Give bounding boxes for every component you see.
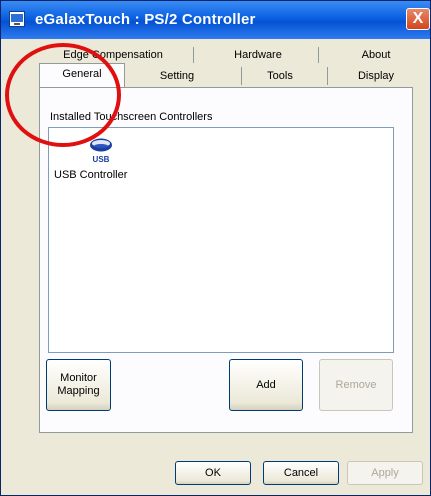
- apply-button[interactable]: Apply: [347, 461, 423, 485]
- usb-icon[interactable]: USB: [81, 137, 121, 165]
- usb-controller-item[interactable]: USB Controller: [54, 169, 127, 181]
- tab-divider: [327, 67, 328, 85]
- tab-general[interactable]: General: [39, 63, 125, 87]
- app-icon: [9, 11, 25, 27]
- tab-hardware[interactable]: Hardware: [223, 46, 293, 64]
- close-button[interactable]: X: [406, 8, 430, 30]
- usb-icon-text: USB: [93, 155, 110, 164]
- tab-divider: [241, 67, 242, 85]
- ok-button[interactable]: OK: [175, 461, 251, 485]
- tab-about[interactable]: About: [353, 46, 399, 64]
- tab-edge-compensation[interactable]: Edge Compensation: [53, 46, 173, 64]
- tab-setting[interactable]: Setting: [149, 67, 205, 85]
- cancel-button[interactable]: Cancel: [263, 461, 339, 485]
- add-button[interactable]: Add: [229, 359, 303, 411]
- title-bar[interactable]: eGalaxTouch : PS/2 Controller X: [1, 1, 430, 39]
- monitor-mapping-button[interactable]: Monitor Mapping: [46, 359, 111, 411]
- tab-tools[interactable]: Tools: [257, 67, 303, 85]
- window-title: eGalaxTouch : PS/2 Controller: [35, 11, 256, 28]
- remove-button[interactable]: Remove: [319, 359, 393, 411]
- tab-display[interactable]: Display: [348, 67, 404, 85]
- dialog-window: eGalaxTouch : PS/2 Controller X Edge Com…: [0, 0, 431, 496]
- tab-divider: [318, 47, 319, 63]
- installed-controllers-label: Installed Touchscreen Controllers: [50, 111, 213, 123]
- tab-divider: [193, 47, 194, 63]
